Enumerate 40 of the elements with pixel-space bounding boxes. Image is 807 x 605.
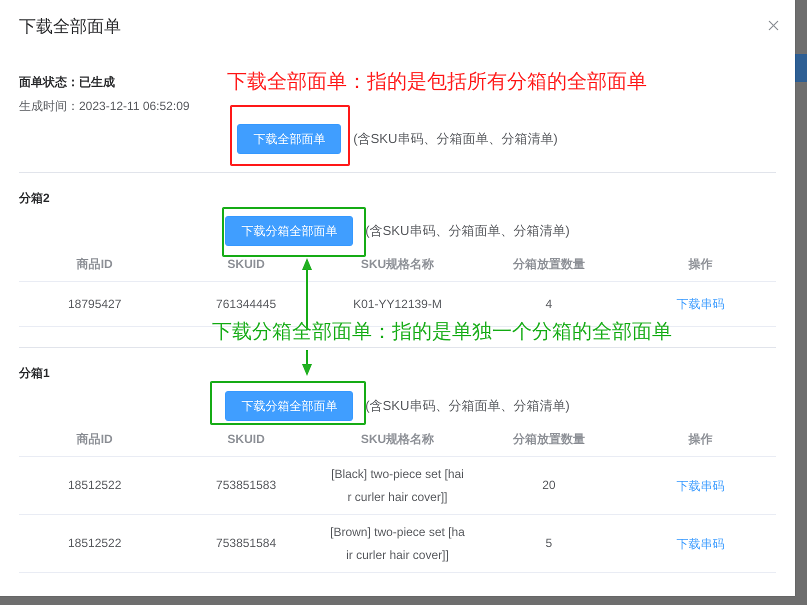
download-code-link[interactable]: 下载串码 [676, 534, 724, 552]
column-header: 操作 [688, 256, 712, 272]
table-cell-text: 20 [542, 477, 556, 494]
column-header: SKUID [227, 430, 265, 448]
close-icon[interactable] [768, 20, 779, 30]
column-header: 商品ID [76, 430, 113, 448]
annotation-text: 下载分箱全部面单：指的是单独一个分箱的全部面单 [212, 320, 672, 345]
column-header: 分箱放置数量 [512, 256, 585, 272]
table-cell-text: 18512522 [68, 535, 122, 552]
column-header: SKUID [227, 256, 265, 272]
column-header: SKU规格名称 [360, 256, 434, 272]
table-cell-text: 753851584 [216, 535, 276, 552]
download-code-link[interactable]: 下载串码 [676, 476, 724, 494]
table-cell-text: K01-YY12139-M [353, 296, 442, 312]
download-button[interactable]: 下载分箱全部面单 [225, 391, 354, 421]
table-cell-text: 4 [546, 296, 552, 312]
table-cell-text: 18512522 [68, 477, 122, 494]
column-header: SKU规格名称 [360, 430, 434, 448]
column-header: 分箱放置数量 [512, 430, 585, 448]
download-button[interactable]: 下载全部面单 [237, 124, 342, 154]
status-text: 面单状态：已生成 [19, 74, 115, 91]
note-text: (含SKU串码、分箱面单、分箱清单) [365, 222, 570, 240]
download-code-link[interactable]: 下载串码 [676, 295, 724, 313]
table-cell-text: 5 [546, 535, 552, 552]
column-header: 操作 [688, 430, 712, 448]
table-cell-text: 753851583 [216, 477, 276, 494]
download-button[interactable]: 下载分箱全部面单 [225, 216, 354, 246]
table-cell-text: 761344445 [216, 296, 276, 312]
note-text: (含SKU串码、分箱面单、分箱清单) [365, 397, 570, 416]
column-header: 商品ID [76, 256, 113, 272]
table-cell-text: 18795427 [68, 296, 122, 312]
section-title: 分箱1 [19, 365, 50, 382]
header-bar [795, 54, 807, 82]
table-cell-text: [Brown] two-piece set [hair curler hair cover]] [329, 524, 466, 564]
generated-time: 生成时间：2023-12-11 06:52:09 [19, 98, 191, 115]
section-title: 分箱2 [19, 190, 50, 207]
note-text: (含SKU串码、分箱面单、分箱清单) [353, 130, 558, 148]
annotation-text: 下载全部面单：指的是包括所有分箱的全部面单 [227, 70, 647, 95]
table-cell-text: [Black] two-piece set [hair curler hair cover]] [330, 466, 465, 506]
dialog-title: 下载全部面单 [19, 16, 121, 38]
